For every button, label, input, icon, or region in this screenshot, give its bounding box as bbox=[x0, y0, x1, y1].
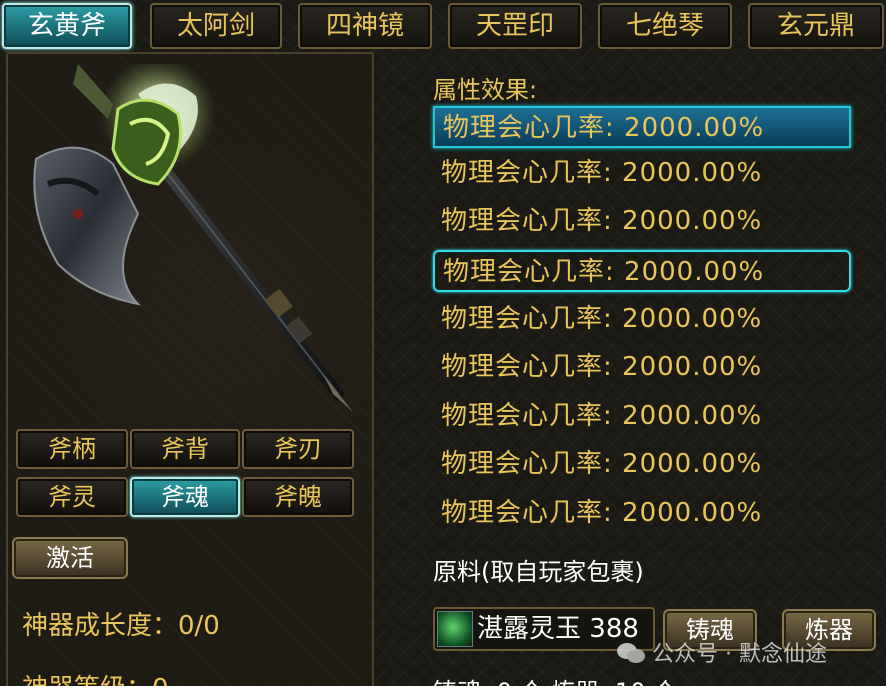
artifact-tabs: 玄黄斧 太阿剑 四神镜 天罡印 七绝琴 玄元鼎 bbox=[0, 0, 886, 52]
part-button-po[interactable]: 斧魄 bbox=[242, 477, 354, 517]
attribute-row[interactable]: 物理会心几率: 2000.00% bbox=[433, 250, 851, 292]
attribute-row[interactable]: 物理会心几率: 2000.00% bbox=[433, 106, 851, 148]
part-button-spirit[interactable]: 斧灵 bbox=[16, 477, 128, 517]
level-stat: 神器等级：0 bbox=[22, 668, 169, 686]
tab-sishen-mirror[interactable]: 四神镜 bbox=[298, 3, 432, 49]
material-name: 湛露灵玉 bbox=[477, 614, 582, 644]
watermark: 公众号 · 默念仙途 bbox=[616, 636, 827, 668]
part-label: 斧背 bbox=[161, 435, 209, 463]
tab-xuanhuang-axe[interactable]: 玄黄斧 bbox=[2, 3, 132, 49]
part-button-soul[interactable]: 斧魂 bbox=[130, 477, 240, 517]
jade-gem-icon bbox=[437, 611, 473, 647]
growth-stat: 神器成长度：0/0 bbox=[22, 611, 220, 641]
tab-label: 天罡印 bbox=[475, 11, 554, 41]
wechat-icon bbox=[617, 643, 645, 663]
materials-title: 原料(取自玩家包裹) bbox=[433, 558, 644, 586]
tab-tiangang-seal[interactable]: 天罡印 bbox=[448, 3, 582, 49]
attribute-row[interactable]: 物理会心几率: 2000.00% bbox=[433, 299, 853, 341]
tab-qijue-zither[interactable]: 七绝琴 bbox=[598, 3, 732, 49]
attribute-row[interactable]: 物理会心几率: 2000.00% bbox=[433, 153, 853, 195]
tab-label: 玄元鼎 bbox=[776, 11, 855, 41]
tab-taia-sword[interactable]: 太阿剑 bbox=[150, 3, 282, 49]
activate-button[interactable]: 激活 bbox=[12, 537, 128, 579]
attributes-title: 属性效果: bbox=[433, 76, 538, 104]
part-button-back[interactable]: 斧背 bbox=[130, 429, 240, 469]
material-info: 湛露灵玉 388 bbox=[477, 611, 639, 647]
axe-artifact-icon bbox=[33, 64, 353, 412]
attribute-row[interactable]: 物理会心几率: 2000.00% bbox=[433, 201, 853, 243]
part-label: 斧刃 bbox=[274, 435, 322, 463]
activate-label: 激活 bbox=[46, 544, 94, 572]
part-label: 斧魂 bbox=[161, 483, 209, 511]
artifact-panel: 斧柄 斧背 斧刃 斧灵 斧魂 斧魄 bbox=[6, 52, 374, 686]
attribute-row[interactable]: 物理会心几率: 2000.00% bbox=[433, 396, 853, 438]
watermark-text: 公众号 · 默念仙途 bbox=[652, 642, 827, 667]
forge-status: 铸魂: 0 个 炼器: 10 个 bbox=[433, 672, 677, 686]
attribute-row[interactable]: 物理会心几率: 2000.00% bbox=[433, 347, 853, 389]
tab-xuanyuan-cauldron[interactable]: 玄元鼎 bbox=[748, 3, 884, 49]
part-button-handle[interactable]: 斧柄 bbox=[16, 429, 128, 469]
tab-label: 四神镜 bbox=[325, 11, 404, 41]
part-label: 斧柄 bbox=[48, 435, 96, 463]
part-label: 斧魄 bbox=[274, 483, 322, 511]
attribute-row[interactable]: 物理会心几率: 2000.00% bbox=[433, 493, 853, 535]
tab-label: 太阿剑 bbox=[176, 11, 255, 41]
part-label: 斧灵 bbox=[48, 483, 96, 511]
part-button-edge[interactable]: 斧刃 bbox=[242, 429, 354, 469]
tab-label: 玄黄斧 bbox=[27, 11, 106, 41]
attribute-row[interactable]: 物理会心几率: 2000.00% bbox=[433, 444, 853, 486]
tab-label: 七绝琴 bbox=[625, 11, 704, 41]
